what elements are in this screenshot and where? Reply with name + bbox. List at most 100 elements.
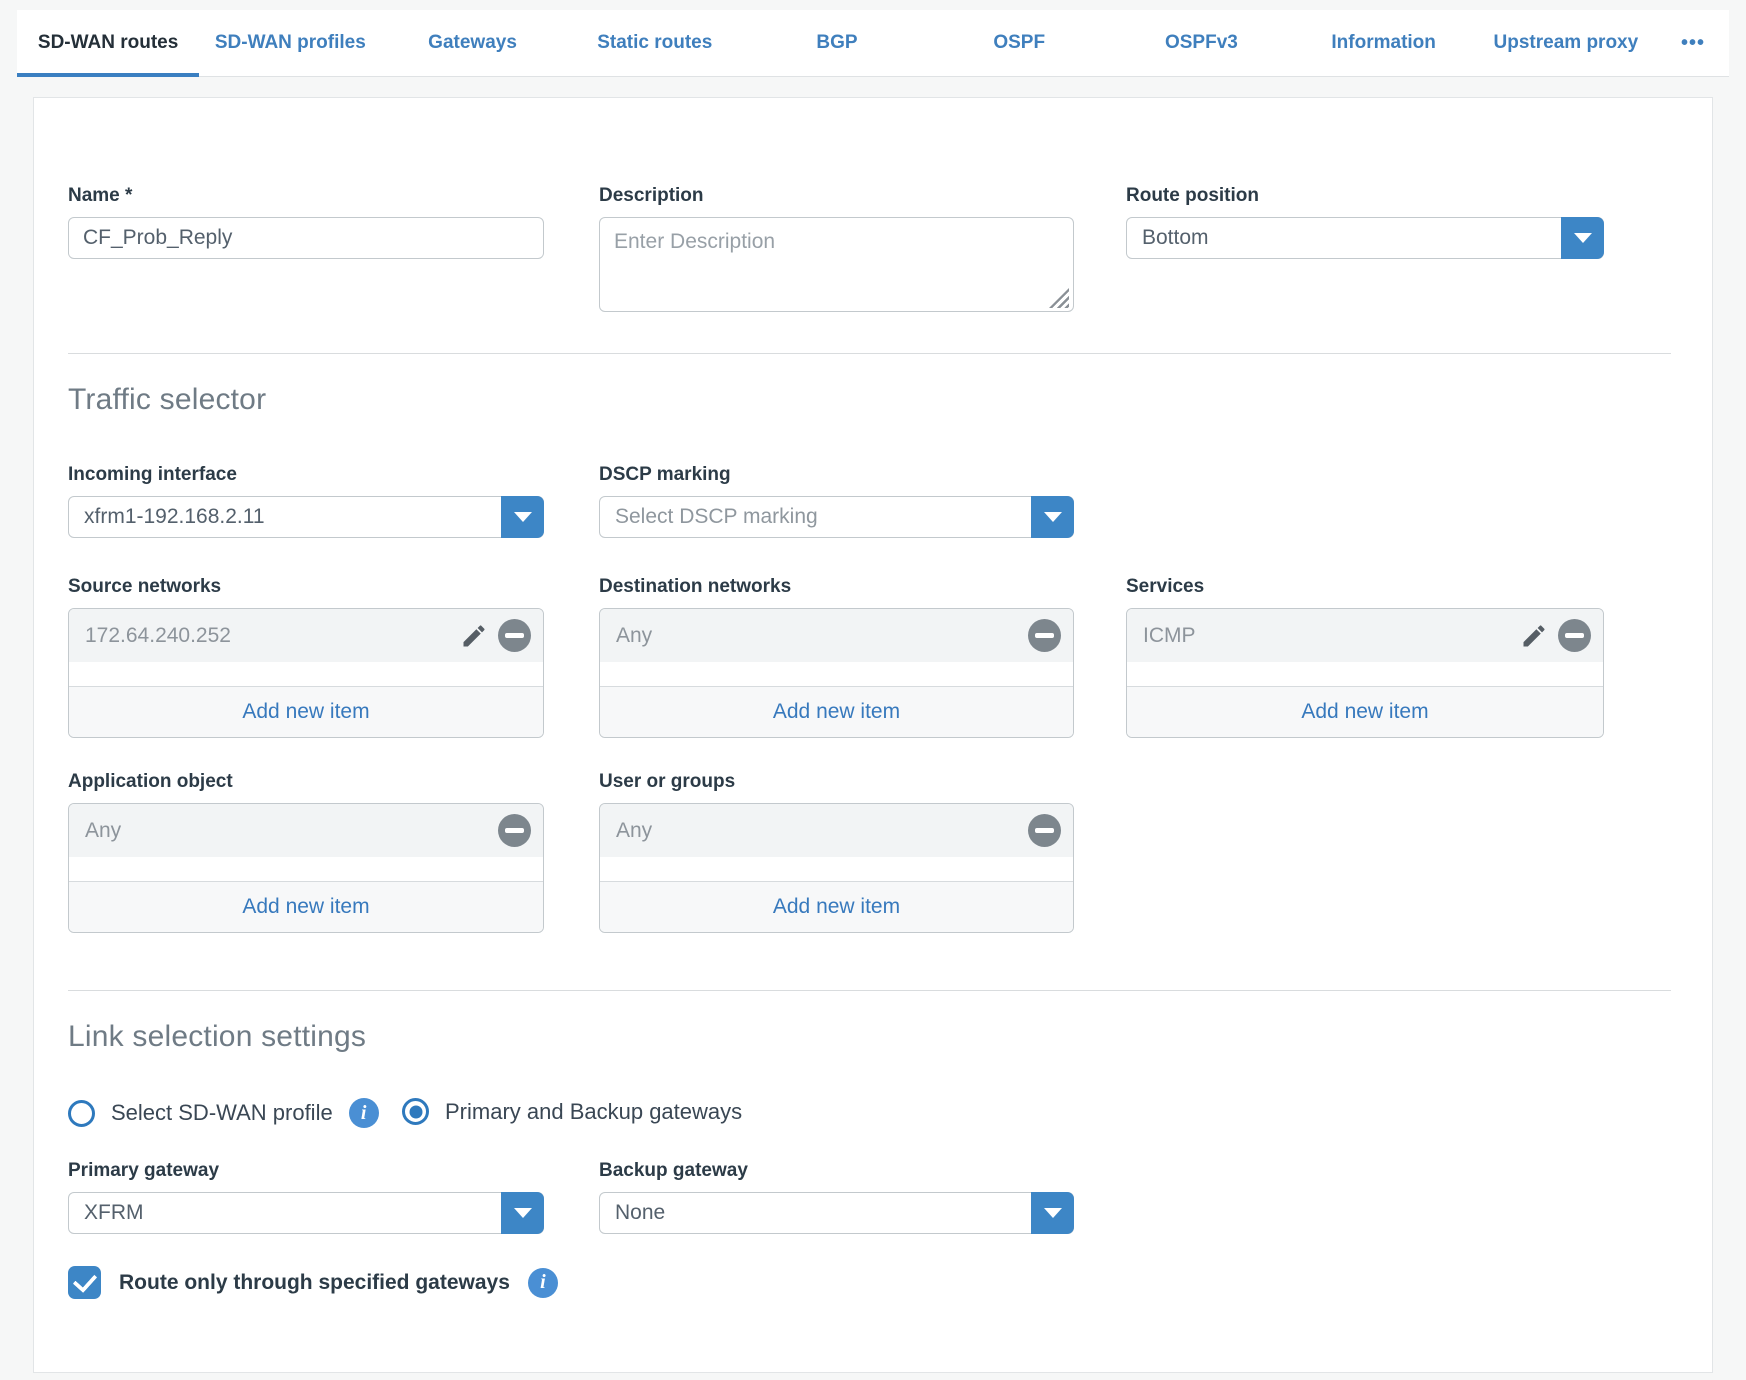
tab-label: Upstream proxy bbox=[1494, 32, 1639, 54]
list-item-text: ICMP bbox=[1143, 624, 1196, 648]
tab-gateways[interactable]: Gateways bbox=[381, 10, 563, 76]
radio-button-icon[interactable] bbox=[402, 1098, 429, 1125]
edit-pencil-icon[interactable] bbox=[460, 622, 488, 650]
tab-label: BGP bbox=[816, 32, 857, 54]
remove-item-icon[interactable] bbox=[1028, 814, 1061, 847]
route-position-field-group: Route position Bottom bbox=[1126, 185, 1604, 259]
add-new-item-button[interactable]: Add new item bbox=[69, 881, 543, 932]
services-label: Services bbox=[1126, 576, 1604, 598]
name-input[interactable] bbox=[68, 217, 544, 259]
radio-primary-backup-gateways[interactable]: Primary and Backup gateways bbox=[402, 1098, 742, 1125]
incoming-interface-field-group: Incoming interface xfrm1-192.168.2.11 bbox=[68, 464, 544, 538]
list-item-text: Any bbox=[616, 624, 652, 648]
backup-gateway-value: None bbox=[615, 1201, 665, 1225]
checkbox-checked-icon[interactable] bbox=[68, 1266, 101, 1299]
radio-select-sdwan-profile[interactable]: Select SD-WAN profile i bbox=[68, 1098, 379, 1128]
name-label: Name * bbox=[68, 185, 544, 207]
add-new-item-button[interactable]: Add new item bbox=[600, 881, 1073, 932]
tab-label: SD-WAN profiles bbox=[215, 32, 366, 54]
chevron-down-icon bbox=[1044, 1208, 1062, 1218]
chevron-down-icon bbox=[1044, 512, 1062, 522]
chevron-down-icon bbox=[514, 1208, 532, 1218]
dscp-marking-select[interactable]: Select DSCP marking bbox=[599, 496, 1074, 538]
section-divider bbox=[68, 353, 1671, 354]
remove-item-icon[interactable] bbox=[1558, 619, 1591, 652]
list-item: Any bbox=[600, 804, 1073, 857]
listbox-empty-area bbox=[1127, 662, 1603, 686]
primary-gateway-select[interactable]: XFRM bbox=[68, 1192, 544, 1234]
add-new-item-button[interactable]: Add new item bbox=[1127, 686, 1603, 737]
tab-bar: SD-WAN routes SD-WAN profiles Gateways S… bbox=[17, 10, 1729, 77]
user-or-groups-listbox: Any Add new item bbox=[599, 803, 1074, 933]
list-item-text: Any bbox=[616, 819, 652, 843]
info-icon[interactable]: i bbox=[349, 1098, 379, 1128]
primary-gateway-value: XFRM bbox=[84, 1201, 144, 1225]
listbox-empty-area bbox=[69, 857, 543, 881]
info-icon[interactable]: i bbox=[528, 1268, 558, 1298]
listbox-empty-area bbox=[600, 662, 1073, 686]
list-item-text: 172.64.240.252 bbox=[85, 624, 231, 648]
tab-label: Information bbox=[1331, 32, 1436, 54]
edit-pencil-icon[interactable] bbox=[1520, 622, 1548, 650]
remove-item-icon[interactable] bbox=[498, 619, 531, 652]
destination-networks-listbox: Any Add new item bbox=[599, 608, 1074, 738]
ellipsis-icon: ••• bbox=[1681, 32, 1705, 55]
tab-static-routes[interactable]: Static routes bbox=[564, 10, 746, 76]
list-item: ICMP bbox=[1127, 609, 1603, 662]
services-listbox: ICMP Add new item bbox=[1126, 608, 1604, 738]
description-field-group: Description bbox=[599, 185, 1074, 317]
tab-upstream-proxy[interactable]: Upstream proxy bbox=[1475, 10, 1657, 76]
tab-bgp[interactable]: BGP bbox=[746, 10, 928, 76]
sdwan-route-form-panel: Name * Description Route position Bottom… bbox=[33, 97, 1713, 1373]
source-networks-label: Source networks bbox=[68, 576, 544, 598]
dscp-marking-placeholder: Select DSCP marking bbox=[615, 505, 818, 529]
backup-gateway-label: Backup gateway bbox=[599, 1160, 1074, 1182]
primary-gateway-field-group: Primary gateway XFRM bbox=[68, 1160, 544, 1234]
source-networks-listbox: 172.64.240.252 Add new item bbox=[68, 608, 544, 738]
remove-item-icon[interactable] bbox=[1028, 619, 1061, 652]
description-textarea[interactable] bbox=[599, 217, 1074, 312]
application-object-listbox: Any Add new item bbox=[68, 803, 544, 933]
tab-sdwan-routes[interactable]: SD-WAN routes bbox=[17, 10, 199, 76]
add-new-item-button[interactable]: Add new item bbox=[600, 686, 1073, 737]
description-label: Description bbox=[599, 185, 1074, 207]
services-field-group: Services ICMP Add new item bbox=[1126, 576, 1604, 738]
checkbox-label: Route only through specified gateways bbox=[119, 1271, 510, 1295]
destination-networks-label: Destination networks bbox=[599, 576, 1074, 598]
list-item-text: Any bbox=[85, 819, 121, 843]
tab-label: Gateways bbox=[428, 32, 517, 54]
primary-gateway-label: Primary gateway bbox=[68, 1160, 544, 1182]
add-new-item-button[interactable]: Add new item bbox=[69, 686, 543, 737]
incoming-interface-value: xfrm1-192.168.2.11 bbox=[84, 505, 265, 529]
dropdown-button[interactable] bbox=[1561, 217, 1604, 259]
user-or-groups-field-group: User or groups Any Add new item bbox=[599, 771, 1074, 933]
traffic-selector-heading: Traffic selector bbox=[68, 383, 266, 417]
tab-ospf[interactable]: OSPF bbox=[928, 10, 1110, 76]
remove-item-icon[interactable] bbox=[498, 814, 531, 847]
tab-sdwan-profiles[interactable]: SD-WAN profiles bbox=[199, 10, 381, 76]
tab-ospfv3[interactable]: OSPFv3 bbox=[1110, 10, 1292, 76]
list-item: Any bbox=[600, 609, 1073, 662]
dropdown-button[interactable] bbox=[501, 1192, 544, 1234]
tab-label: OSPFv3 bbox=[1165, 32, 1238, 54]
radio-label: Select SD-WAN profile bbox=[111, 1100, 333, 1126]
dscp-marking-label: DSCP marking bbox=[599, 464, 1074, 486]
route-position-label: Route position bbox=[1126, 185, 1604, 207]
dropdown-button[interactable] bbox=[1031, 1192, 1074, 1234]
list-item: Any bbox=[69, 804, 543, 857]
dropdown-button[interactable] bbox=[1031, 496, 1074, 538]
application-object-label: Application object bbox=[68, 771, 544, 793]
dscp-marking-field-group: DSCP marking Select DSCP marking bbox=[599, 464, 1074, 538]
backup-gateway-select[interactable]: None bbox=[599, 1192, 1074, 1234]
tab-label: SD-WAN routes bbox=[38, 32, 178, 54]
incoming-interface-select[interactable]: xfrm1-192.168.2.11 bbox=[68, 496, 544, 538]
dropdown-button[interactable] bbox=[501, 496, 544, 538]
listbox-empty-area bbox=[69, 662, 543, 686]
name-field-group: Name * bbox=[68, 185, 544, 259]
section-divider bbox=[68, 990, 1671, 991]
route-position-select[interactable]: Bottom bbox=[1126, 217, 1604, 259]
more-tabs-button[interactable]: ••• bbox=[1657, 10, 1729, 76]
application-object-field-group: Application object Any Add new item bbox=[68, 771, 544, 933]
tab-information[interactable]: Information bbox=[1293, 10, 1475, 76]
radio-button-icon[interactable] bbox=[68, 1100, 95, 1127]
